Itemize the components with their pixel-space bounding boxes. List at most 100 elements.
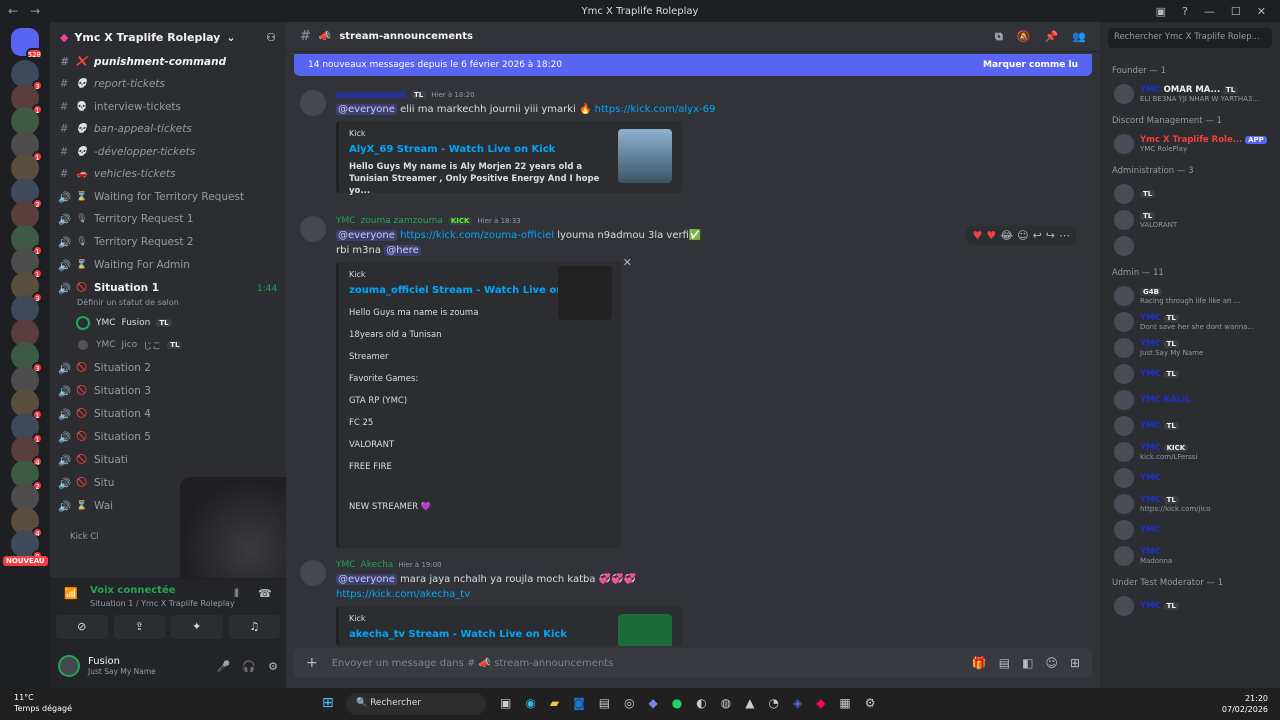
guild-header[interactable]: ◆ Ymc X Traplife Roleplay ⌄ ⚇ xyxy=(50,22,286,52)
add-member-icon[interactable]: ⚇ xyxy=(266,31,276,44)
channel-4[interactable]: # 💀 ban-appeal-tickets xyxy=(58,119,278,139)
channel-12[interactable]: 🔊 🚫 Situation 2 xyxy=(58,358,278,378)
channel-2[interactable]: # 💀 report-tickets xyxy=(58,74,278,94)
app-icon[interactable]: ◎ xyxy=(624,696,634,710)
direct-messages-button[interactable]: 528 xyxy=(11,28,43,59)
member-item[interactable]: YMC TL xyxy=(1114,362,1274,386)
app-icon[interactable]: ▲ xyxy=(745,696,754,710)
members-icon[interactable]: 👥 xyxy=(1072,30,1086,44)
headset-icon[interactable]: 🎧 xyxy=(242,660,256,673)
member-item[interactable]: Ymc X Traplife Role... APP YMC RolePlay xyxy=(1114,132,1274,156)
app-icon[interactable]: ▦ xyxy=(839,696,850,710)
settings-icon[interactable]: ⚙ xyxy=(865,696,876,710)
activities-button[interactable]: ✦ xyxy=(171,615,223,639)
member-item[interactable]: YMC KICK kick.com/LFerssi xyxy=(1114,440,1274,464)
channel-13[interactable]: 🔊 🚫 Situation 3 xyxy=(58,381,278,401)
member-item[interactable]: YMC TL https://kick.com/jico xyxy=(1114,492,1274,516)
new-messages-banner[interactable]: 14 nouveaux messages depuis le 6 février… xyxy=(294,54,1092,76)
soundboard-icon[interactable]: ⦀ xyxy=(234,587,239,601)
apps-icon[interactable]: ⊞ xyxy=(1070,656,1080,670)
system-clock[interactable]: 21:20 07/02/2026 xyxy=(1222,693,1268,715)
member-item[interactable]: YMC xyxy=(1114,518,1274,542)
channel-14[interactable]: 🔊 🚫 Situation 4 xyxy=(58,404,278,424)
mark-as-read-button[interactable]: Marquer comme lu xyxy=(983,60,1078,70)
search-input[interactable]: Rechercher Ymc X Traplife Rolep... xyxy=(1108,28,1272,48)
member-item[interactable]: YMC TL xyxy=(1114,594,1274,618)
member-item[interactable]: YMC xyxy=(1114,466,1274,490)
here-mention[interactable]: @here xyxy=(384,245,421,256)
member-item[interactable]: TL VALORANT xyxy=(1114,208,1274,232)
microphone-icon[interactable]: 🎤 xyxy=(217,660,231,673)
member-item[interactable]: YMC KALIL xyxy=(1114,388,1274,412)
screen-share-button[interactable]: ⇪ xyxy=(113,615,165,639)
help-icon[interactable]: ? xyxy=(1182,5,1188,18)
message-author[interactable]: Akecha xyxy=(361,560,394,570)
message-author[interactable] xyxy=(336,92,406,98)
app-icon[interactable]: ▤ xyxy=(599,696,610,710)
voice-location[interactable]: Situation 1 / Ymc X Traplife Roleplay xyxy=(90,599,235,608)
channel-6[interactable]: # 🚗 vehicles-tickets xyxy=(58,164,278,184)
category-kick[interactable]: Kick Cl xyxy=(70,532,99,542)
member-item[interactable]: YMC OMAR MA... TL ELI BE3NA YJI NHAR W YA… xyxy=(1114,82,1274,106)
avatar[interactable] xyxy=(300,90,326,116)
github-icon[interactable]: ◍ xyxy=(721,696,731,710)
outlook-icon[interactable]: ◙ xyxy=(573,696,585,710)
threads-icon[interactable]: ⧉ xyxy=(995,30,1003,44)
camera-off-button[interactable]: ⊘ xyxy=(56,615,108,639)
notifications-icon[interactable]: 🔕 xyxy=(1017,30,1031,44)
voice-user-jico[interactable]: YMC Jico じこ TL xyxy=(76,336,183,354)
add-attachment-icon[interactable]: + xyxy=(306,655,318,671)
situation1-status[interactable]: Définir un statut de salon xyxy=(77,298,179,307)
channel-7[interactable]: 🔊 ⌛ Waiting for Territory Request xyxy=(58,187,278,207)
message-link[interactable]: https://kick.com/akecha_tv xyxy=(336,589,470,600)
spotify-icon[interactable]: ● xyxy=(672,696,682,710)
soundboard-button[interactable]: ♫ xyxy=(228,615,280,639)
gift-icon[interactable]: 🎁 xyxy=(972,656,987,670)
back-arrow-icon[interactable]: ← xyxy=(8,4,18,18)
edge-icon[interactable]: ◉ xyxy=(525,696,535,710)
server-icon[interactable]: 9 xyxy=(11,530,43,561)
disconnect-icon[interactable]: ☎ xyxy=(258,587,272,600)
member-item[interactable]: G4B Racing through life like an ... xyxy=(1114,284,1274,308)
pin-icon[interactable]: 📌 xyxy=(1045,30,1059,44)
member-item[interactable]: YMC TL xyxy=(1114,414,1274,438)
channel-11[interactable]: 🔊 🚫 Situation 1 xyxy=(58,278,278,298)
sticker-icon[interactable]: ◧ xyxy=(1022,656,1033,670)
maximize-button[interactable]: ☐ xyxy=(1231,5,1241,18)
member-item[interactable]: YMC TL Dont save her she dont wanna... xyxy=(1114,310,1274,334)
voice-user-fusion[interactable]: YMC Fusion TL xyxy=(76,314,172,332)
channel-9[interactable]: 🔊 🎙 Territory Request 2 xyxy=(58,232,278,252)
taskview-icon[interactable]: ▣ xyxy=(500,696,511,710)
message-link[interactable]: https://kick.com/alyx-69 xyxy=(595,104,716,115)
embed-thumbnail[interactable] xyxy=(558,266,612,320)
minimize-button[interactable]: — xyxy=(1204,5,1215,18)
member-item[interactable]: YMC Madonna xyxy=(1114,544,1274,568)
start-icon[interactable]: ⊞ xyxy=(322,695,334,711)
everyone-mention[interactable]: @everyone xyxy=(336,104,397,115)
message-link[interactable]: https://kick.com/zouma-officiel xyxy=(400,230,554,241)
embed-thumbnail[interactable] xyxy=(618,129,672,183)
avatar[interactable] xyxy=(300,560,326,586)
steam-icon[interactable]: ◐ xyxy=(696,696,706,710)
emoji-icon[interactable]: ☺ xyxy=(1045,656,1058,670)
teams-icon[interactable]: ◆ xyxy=(649,696,658,710)
channel-10[interactable]: 🔊 ⌛ Waiting For Admin xyxy=(58,255,278,275)
avatar[interactable] xyxy=(300,216,326,242)
gif-icon[interactable]: ▤ xyxy=(999,656,1010,670)
everyone-mention[interactable]: @everyone xyxy=(336,230,397,241)
channel-5[interactable]: # 💀 -développer-tickets xyxy=(58,142,278,162)
taskbar-search[interactable]: 🔍 Rechercher xyxy=(346,693,486,715)
message-input[interactable]: Envoyer un message dans # 📣 stream-annou… xyxy=(332,658,614,669)
member-item[interactable] xyxy=(1114,234,1274,258)
channel-1[interactable]: # ❌ punishment-command xyxy=(58,52,278,72)
embed-thumbnail[interactable] xyxy=(618,614,672,646)
member-item[interactable]: YMC TL Just Say My Name xyxy=(1114,336,1274,360)
close-icon[interactable]: ✕ xyxy=(623,256,632,269)
avatar[interactable] xyxy=(58,655,80,677)
obs-icon[interactable]: ◔ xyxy=(768,696,778,710)
gear-icon[interactable]: ⚙ xyxy=(268,660,278,673)
explorer-icon[interactable]: ▰ xyxy=(550,696,559,710)
close-button[interactable]: ✕ xyxy=(1257,5,1266,18)
inbox-icon[interactable]: ▣ xyxy=(1156,5,1166,18)
member-item[interactable]: TL xyxy=(1114,182,1274,206)
